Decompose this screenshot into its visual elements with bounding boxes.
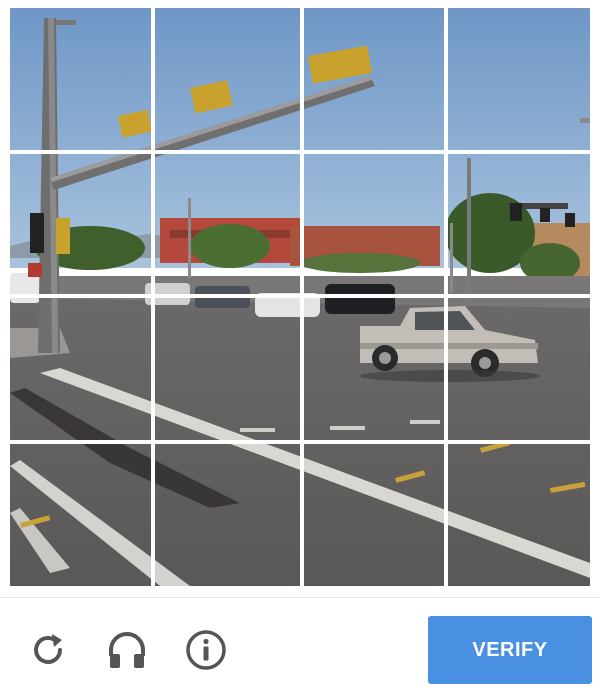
- tile-r3-c4[interactable]: [445, 297, 590, 442]
- captcha-toolbar: VERIFY: [0, 597, 600, 699]
- headphones-icon[interactable]: [105, 628, 149, 672]
- verify-button[interactable]: VERIFY: [428, 616, 592, 684]
- tile-r2-c1[interactable]: [10, 153, 155, 298]
- info-icon[interactable]: [184, 628, 228, 672]
- tile-r1-c2[interactable]: [155, 8, 300, 153]
- tile-r2-c3[interactable]: [300, 153, 445, 298]
- captcha-widget: VERIFY: [0, 0, 600, 699]
- tile-r4-c3[interactable]: [300, 442, 445, 587]
- tile-r3-c3[interactable]: [300, 297, 445, 442]
- reload-icon[interactable]: [26, 628, 70, 672]
- tile-r1-c1[interactable]: [10, 8, 155, 153]
- tile-r2-c4[interactable]: [445, 153, 590, 298]
- tile-r1-c4[interactable]: [445, 8, 590, 153]
- tile-r3-c1[interactable]: [10, 297, 155, 442]
- tile-r4-c2[interactable]: [155, 442, 300, 587]
- tile-grid: [10, 8, 590, 586]
- tile-r4-c4[interactable]: [445, 442, 590, 587]
- tile-r3-c2[interactable]: [155, 297, 300, 442]
- image-challenge-grid: [10, 8, 590, 586]
- tile-r1-c3[interactable]: [300, 8, 445, 153]
- tile-r2-c2[interactable]: [155, 153, 300, 298]
- tile-r4-c1[interactable]: [10, 442, 155, 587]
